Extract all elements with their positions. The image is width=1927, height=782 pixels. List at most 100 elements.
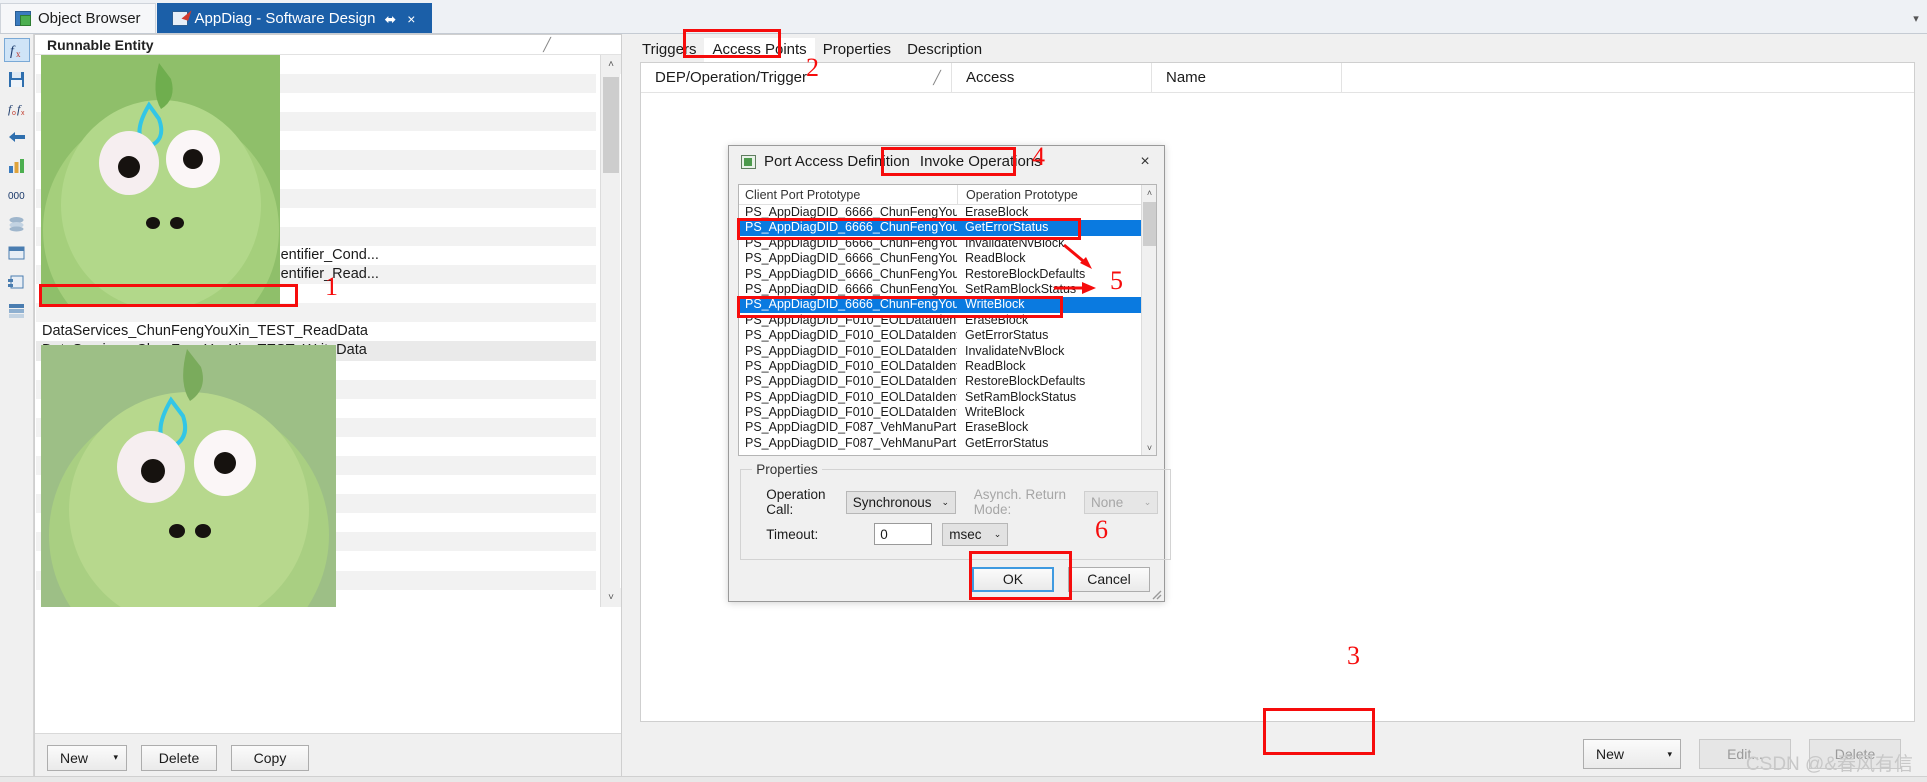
- scrollbar-thumb[interactable]: [603, 77, 619, 173]
- grid-column-header[interactable]: Name: [1151, 63, 1341, 92]
- cancel-button[interactable]: Cancel: [1068, 566, 1150, 592]
- new-button-right[interactable]: New ▾: [1583, 739, 1681, 769]
- dialog-titlebar[interactable]: Port Access Definition Invoke Operations…: [729, 146, 1164, 177]
- operations-list-row[interactable]: PS_AppDiagDID_F087_VehManuPartNu... Erase…: [739, 420, 1156, 435]
- new-button-left-label: New: [60, 749, 89, 766]
- async-return-mode-select[interactable]: None ⌄: [1083, 490, 1159, 514]
- grid-column-header[interactable]: Access: [951, 63, 1151, 92]
- client-port-prototype-cell: PS_AppDiagDID_6666_ChunFengYouXin: [745, 251, 957, 266]
- tab-appdiag-software-design[interactable]: AppDiag - Software Design ⬌ ×: [156, 3, 433, 33]
- operations-list-row[interactable]: PS_AppDiagDID_F010_EOLDataIdentifier Inva…: [739, 344, 1156, 359]
- chart-icon[interactable]: [4, 154, 30, 178]
- operation-call-select[interactable]: Synchronous ⌄: [845, 490, 956, 514]
- operation-prototype-cell: EraseBlock: [965, 205, 1029, 219]
- operations-list-scrollbar[interactable]: ˄ ˅: [1141, 185, 1156, 455]
- grid-column-header[interactable]: [1341, 63, 1901, 92]
- scrollbar-thumb[interactable]: [1143, 202, 1156, 246]
- operation-prototype-cell: WriteBlock: [965, 405, 1025, 420]
- operations-list-row[interactable]: PS_AppDiagDID_6666_ChunFengYouXin EraseBl…: [739, 205, 1156, 220]
- chevron-down-icon: ▾: [113, 752, 118, 762]
- sort-indicator-icon[interactable]: ╱: [933, 63, 941, 93]
- operation-prototype-cell: GetErrorStatus: [965, 220, 1049, 235]
- operations-list-row[interactable]: PS_AppDiagDID_F010_EOLDataIdentifier Read…: [739, 359, 1156, 374]
- copy-button-left[interactable]: Copy: [231, 744, 309, 771]
- timeout-input[interactable]: 0: [874, 523, 933, 546]
- operation-prototype-cell: EraseBlock: [965, 312, 1029, 327]
- layers-icon[interactable]: [4, 212, 30, 236]
- operation-prototype-cell: EraseBlock: [965, 420, 1029, 435]
- new-button-left[interactable]: New ▾: [47, 744, 127, 771]
- column-header-operation-prototype[interactable]: Operation Prototype: [957, 185, 1156, 204]
- scroll-down-icon[interactable]: ˅: [1142, 440, 1156, 455]
- chevron-down-icon[interactable]: ▾: [1905, 3, 1927, 33]
- scroll-up-icon[interactable]: ˄: [1142, 185, 1156, 200]
- tab-appdiag-label: AppDiag - Software Design: [194, 10, 376, 27]
- new-button-right-label: New: [1596, 746, 1625, 762]
- timeout-label: Timeout:: [766, 526, 819, 542]
- tree-row[interactable]: DataServices_ChunFengYouXin_TEST_ReadDat…: [36, 322, 596, 341]
- delete-button-left[interactable]: Delete: [141, 744, 217, 771]
- operations-list-row[interactable]: PS_AppDiagDID_F010_EOLDataIdentifier SetR…: [739, 390, 1156, 405]
- svg-text:o: o: [12, 110, 16, 116]
- timeout-unit-select[interactable]: msec ⌄: [942, 522, 1009, 546]
- operations-list-row[interactable]: PS_AppDiagDID_F010_EOLDataIdentifier Writ…: [739, 405, 1156, 420]
- tree-row[interactable]: [36, 303, 596, 323]
- mascot-image-top: [41, 55, 280, 305]
- properties-group: Properties Operation Call: Synchronous ⌄…: [740, 462, 1171, 560]
- close-icon[interactable]: ×: [405, 12, 417, 26]
- operation-prototype-cell: GetErrorStatus: [965, 328, 1049, 343]
- tab-properties[interactable]: Properties: [815, 38, 899, 62]
- chevron-down-icon: ⌄: [941, 496, 950, 507]
- runnable-entity-panel: Runnable Entity ╱ onditionCheckReadadDat…: [34, 34, 622, 782]
- close-icon[interactable]: ×: [1132, 150, 1158, 174]
- copy-button-left-label: Copy: [253, 749, 287, 766]
- tab-object-browser[interactable]: Object Browser: [0, 3, 156, 33]
- operations-list[interactable]: Client Port Prototype Operation Prototyp…: [738, 184, 1157, 456]
- svg-text:000: 000: [8, 191, 25, 202]
- delete-button-left-label: Delete: [158, 749, 200, 766]
- properties-legend: Properties: [756, 462, 818, 477]
- runnable-entity-header: Runnable Entity: [35, 35, 621, 55]
- column-header-client-port-prototype[interactable]: Client Port Prototype: [739, 185, 957, 204]
- operations-list-row[interactable]: PS_AppDiagDID_6666_ChunFengYouXin WriteBl…: [739, 297, 1156, 313]
- component-icon[interactable]: [4, 270, 30, 294]
- client-port-prototype-cell: PS_AppDiagDID_6666_ChunFengYouXin: [745, 235, 957, 250]
- client-port-prototype-cell: PS_AppDiagDID_F010_EOLDataIdentifier: [745, 405, 957, 420]
- tab-triggers[interactable]: Triggers: [634, 38, 704, 62]
- functions-icon[interactable]: fofx: [4, 96, 30, 120]
- grid-column-header[interactable]: DEP/Operation/Trigger ╱: [641, 63, 951, 92]
- ok-button[interactable]: OK: [972, 566, 1054, 592]
- svg-text:x: x: [16, 49, 21, 59]
- function-icon[interactable]: fx: [3, 38, 30, 62]
- zero-zero-zero-icon[interactable]: 000: [4, 183, 30, 207]
- tab-access-points[interactable]: Access Points: [704, 38, 815, 62]
- status-bar: [0, 776, 1927, 782]
- client-port-prototype-cell: PS_AppDiagDID_F010_EOLDataIdentifier: [745, 328, 957, 343]
- save-icon[interactable]: [4, 67, 30, 91]
- pin-icon[interactable]: ⬌: [382, 12, 398, 26]
- operation-prototype-cell: ReadBlock: [965, 251, 1026, 266]
- timeout-value: 0: [880, 526, 888, 542]
- left-panel-scrollbar[interactable]: ˄ ˅: [600, 55, 621, 607]
- annotation-number: 3: [1347, 641, 1360, 670]
- scroll-down-icon[interactable]: ˅: [601, 588, 621, 607]
- module-icon[interactable]: [4, 241, 30, 265]
- async-return-mode-label: Asynch. Return Mode:: [973, 487, 1066, 518]
- operation-call-row: Operation Call: Synchronous ⌄ Asynch. Re…: [752, 487, 1159, 518]
- operations-list-row[interactable]: PS_AppDiagDID_F087_VehManuPartNu... GetEr…: [739, 436, 1156, 451]
- resize-grip-icon[interactable]: [1148, 586, 1162, 600]
- client-port-prototype-cell: PS_AppDiagDID_F087_VehManuPartNu...: [745, 420, 957, 435]
- operations-list-row[interactable]: PS_AppDiagDID_F010_EOLDataIdentifier Eras…: [739, 313, 1156, 328]
- client-port-prototype-cell: PS_AppDiagDID_F010_EOLDataIdentifier: [745, 374, 957, 389]
- operation-call-label: Operation Call:: [766, 487, 826, 518]
- scroll-up-icon[interactable]: ˄: [601, 55, 621, 74]
- sort-indicator-icon[interactable]: ╱: [543, 37, 551, 53]
- operations-list-row[interactable]: PS_AppDiagDID_6666_ChunFengYouXin GetErro…: [739, 220, 1156, 236]
- stack-icon[interactable]: [4, 299, 30, 323]
- operations-list-row[interactable]: PS_AppDiagDID_F010_EOLDataIdentifier GetE…: [739, 328, 1156, 343]
- tab-description[interactable]: Description: [899, 38, 990, 62]
- operation-prototype-cell: WriteBlock: [965, 297, 1025, 312]
- back-arrow-icon[interactable]: [4, 125, 30, 149]
- cancel-button-label: Cancel: [1087, 571, 1131, 587]
- operations-list-row[interactable]: PS_AppDiagDID_F010_EOLDataIdentifier Rest…: [739, 374, 1156, 389]
